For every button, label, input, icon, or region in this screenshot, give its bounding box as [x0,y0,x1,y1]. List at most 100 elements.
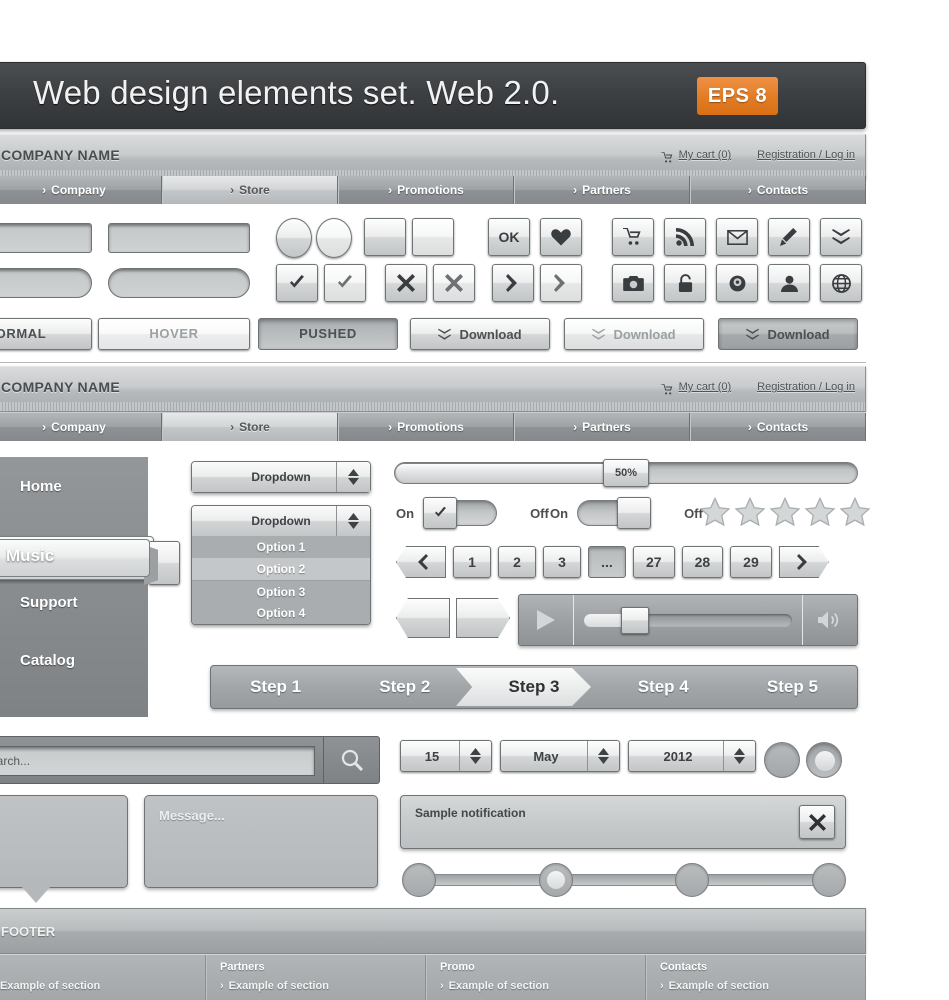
radio-button-empty[interactable] [764,742,800,778]
carousel-dot[interactable] [538,863,573,897]
camera-icon-button[interactable] [612,264,654,302]
radio-unchecked-2[interactable] [316,218,352,258]
month-stepper-arrows[interactable] [587,741,619,771]
star-icon[interactable] [805,497,835,526]
carousel-dot[interactable] [812,863,846,897]
dropdown-closed-head[interactable]: Dropdown [192,462,370,492]
sidebar-item-catalog[interactable]: Catalog [0,631,148,689]
nav-tab-store[interactable]: › Store [162,176,338,204]
edit-icon-button[interactable] [768,218,810,256]
close-button-1[interactable] [385,264,427,302]
nav-tab-contacts[interactable]: › Contacts [690,176,866,204]
nav-tab-company[interactable]: › Company [0,413,162,441]
chevron-left-button[interactable] [396,598,450,638]
search-bar[interactable]: Search... [0,736,380,784]
toggle-switch-unchecked[interactable] [577,497,652,529]
cart-link-wrap-1[interactable]: My cart (0) [660,149,732,163]
main-nav-1[interactable]: › Company › Store › Promotions › Partners › Conta… [0,176,866,204]
year-stepper[interactable]: 2012 [628,740,756,772]
dropdown-option[interactable]: Option 2 [192,558,370,580]
checkbox-checked-2[interactable] [324,264,366,302]
day-stepper[interactable]: 15 [400,740,492,772]
button-normal[interactable]: NORMAL [0,318,92,350]
toggle-switch-checked[interactable] [423,497,498,529]
dropdown-open-head[interactable]: Dropdown [192,506,370,536]
eye-icon-button[interactable] [716,264,758,302]
toggle-knob-1[interactable] [423,497,458,529]
dropdown-stepper-icon[interactable] [336,506,370,536]
player-progress-handle[interactable] [620,606,649,634]
footer-column-link[interactable]: › Example of section [220,980,329,992]
pagination-page-29[interactable]: 29 [730,546,772,578]
cart-link-wrap-2[interactable]: My cart (0) [660,381,731,395]
cart-link-1[interactable]: My cart (0) [679,149,732,161]
button-pushed[interactable]: PUSHED [258,318,398,350]
download-button-2[interactable]: Download [564,318,704,350]
year-stepper-arrows[interactable] [723,741,755,771]
toggle-knob-2[interactable] [617,497,652,529]
nav-tab-partners[interactable]: › Partners [514,176,690,204]
progress-slider[interactable]: 50% [394,459,858,487]
volume-button[interactable] [803,610,857,630]
message-textarea[interactable]: Message... [144,795,378,888]
player-progress[interactable] [574,606,802,634]
footer-column-link[interactable]: Example of section [0,980,100,992]
dropdown-option[interactable]: Option 3 [192,580,370,602]
checkbox-empty-1[interactable] [364,218,406,256]
text-input-rect-1[interactable] [0,223,92,253]
search-button[interactable] [323,737,379,783]
step-list[interactable]: Step 1 Step 2 Step 3 Step 4 Step 5 [211,677,857,697]
dropdown-option[interactable]: Option 4 [192,602,370,624]
nav-tab-store[interactable]: › Store [162,413,338,441]
ok-button[interactable]: OK [488,218,530,256]
pagination-next-button[interactable] [778,546,829,578]
star-icon[interactable] [735,497,765,526]
favorite-button[interactable] [540,218,582,256]
pagination-prev-button[interactable] [396,546,446,578]
next-button-2[interactable] [540,264,582,302]
rss-icon-button[interactable] [664,218,706,256]
button-hover[interactable]: HOVER [98,318,250,350]
download-button-1[interactable]: Download [410,318,550,350]
main-nav-2[interactable]: › Company › Store › Promotions › Partners › Conta… [0,413,866,441]
text-input-round-1[interactable] [0,268,92,298]
user-icon-button[interactable] [768,264,810,302]
pagination-page-28[interactable]: 28 [681,546,724,578]
lock-icon-button[interactable] [664,264,706,302]
star-icon[interactable] [840,497,870,526]
nav-tab-contacts[interactable]: › Contacts [690,413,866,441]
globe-icon-button[interactable] [820,264,862,302]
month-stepper[interactable]: May [500,740,620,772]
dropdown-closed[interactable]: Dropdown [191,461,371,493]
step-2[interactable]: Step 2 [340,677,469,697]
nav-tab-partners[interactable]: › Partners [514,413,690,441]
step-5[interactable]: Step 5 [728,677,857,697]
expand-icon-button[interactable] [820,218,862,256]
step-3[interactable]: Step 3 [469,677,598,697]
slider-handle[interactable]: 50% [603,459,649,487]
account-link-1[interactable]: Registration / Log in [757,149,855,161]
checkbox-checked-1[interactable] [276,264,318,302]
play-button[interactable] [519,610,573,630]
radio-unchecked-1[interactable] [276,218,312,258]
step-4[interactable]: Step 4 [599,677,728,697]
pagination-page-...[interactable]: ... [588,546,626,578]
mail-icon-button[interactable] [716,218,758,256]
carousel-dot[interactable] [402,863,436,897]
dropdown-option[interactable]: Option 1 [192,536,370,558]
nav-tab-promotions[interactable]: › Promotions [338,413,514,441]
search-input[interactable]: Search... [0,746,315,776]
pagination-page-3[interactable]: 3 [543,546,581,578]
sidebar-item-support[interactable]: Support [0,573,148,631]
star-icon[interactable] [770,497,800,526]
text-input-rect-2[interactable] [108,223,250,253]
radio-button-selected[interactable] [806,742,842,778]
step-1[interactable]: Step 1 [211,677,340,697]
next-button-1[interactable] [492,264,534,302]
close-button-2[interactable] [433,264,475,302]
nav-tab-company[interactable]: › Company [0,176,162,204]
pagination-page-2[interactable]: 2 [498,546,536,578]
slider-track[interactable]: 50% [394,459,858,487]
dropdown-open[interactable]: Dropdown Option 1 Option 2 Option 3 Option … [191,505,371,625]
pagination-page-27[interactable]: 27 [633,546,675,578]
